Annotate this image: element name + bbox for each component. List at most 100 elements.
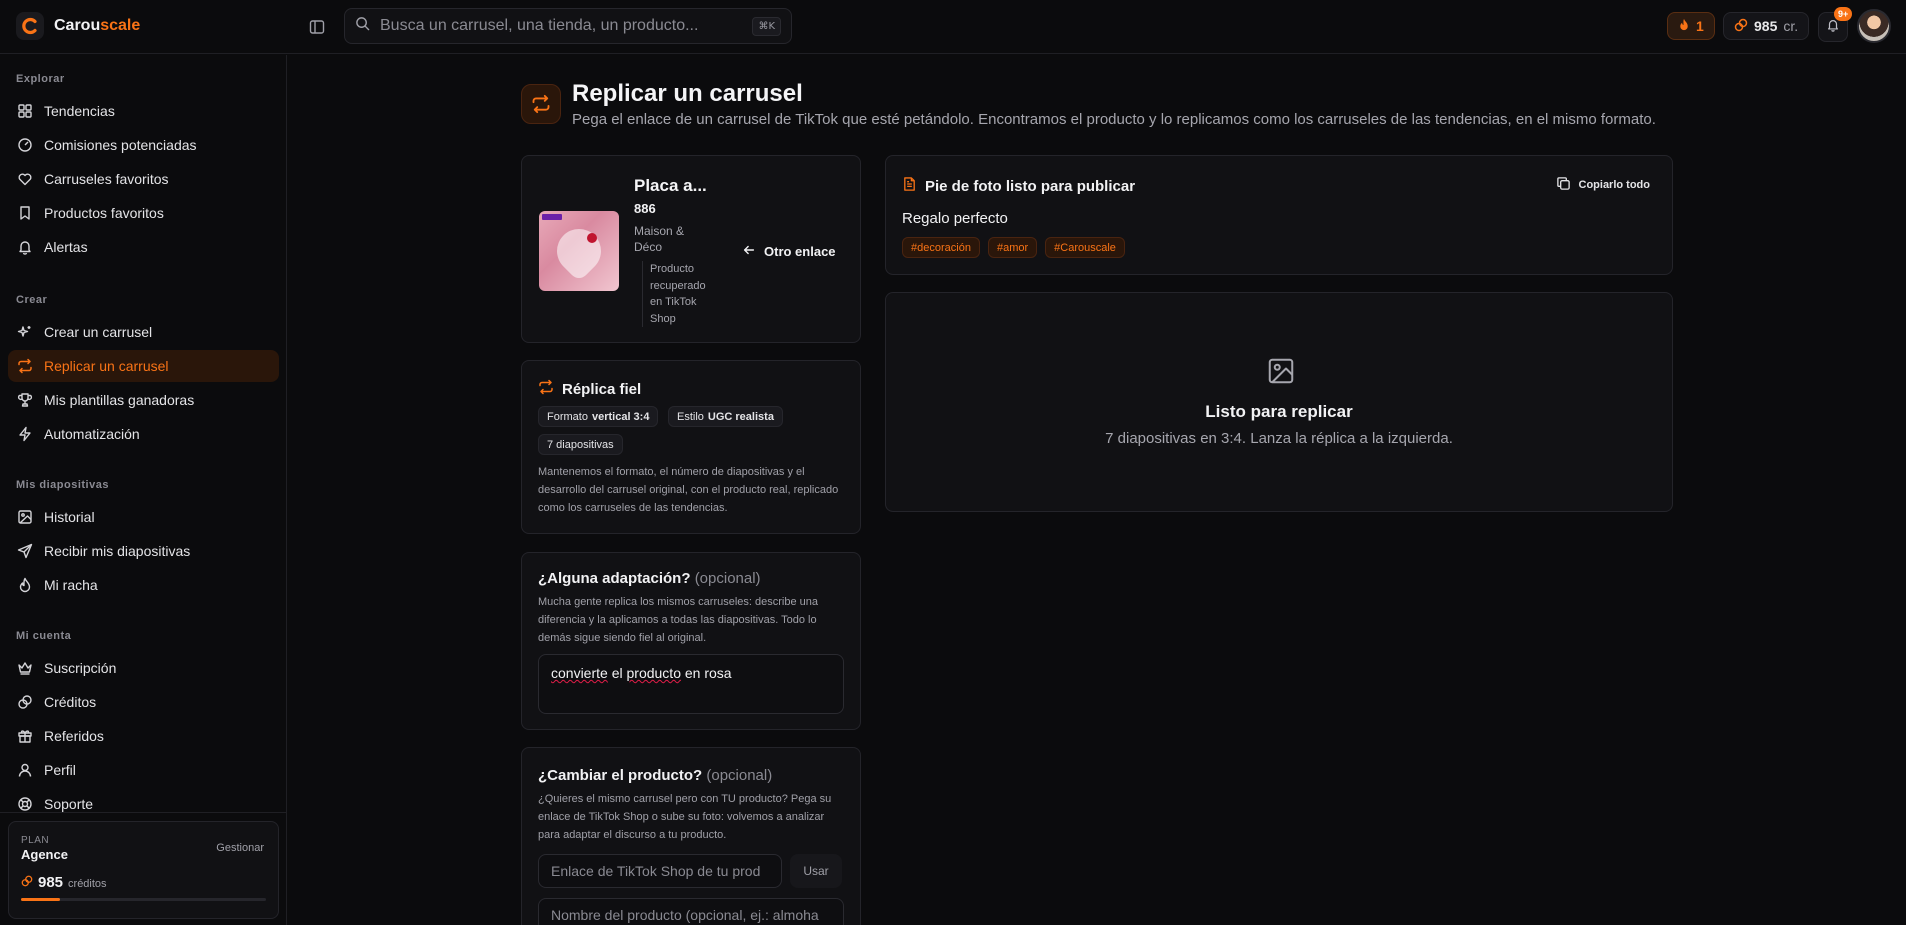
coins-icon bbox=[16, 693, 34, 711]
hashtag-text: Carouscale bbox=[1060, 241, 1116, 254]
repeat-icon bbox=[521, 84, 561, 124]
use-button[interactable]: Usar bbox=[790, 854, 842, 888]
hashtag-chip: # Carouscale bbox=[1045, 237, 1125, 258]
sidebar-item-suscripcion[interactable]: Suscripción bbox=[8, 652, 279, 684]
slides-chip: 7 diapositivas bbox=[538, 434, 623, 455]
style-chip-label: Estilo bbox=[677, 410, 704, 423]
plan-usage-fill bbox=[21, 898, 61, 901]
caption-title-text: Pie de foto listo para publicar bbox=[925, 177, 1136, 195]
sidebar-item-label: Mis plantillas ganadoras bbox=[44, 392, 195, 408]
style-chip-value: UGC realista bbox=[707, 410, 774, 423]
hashtag-chip: # decoración bbox=[902, 237, 980, 258]
adaptation-text-part: el bbox=[607, 665, 627, 681]
plan-credits: 985 créditos bbox=[21, 874, 107, 892]
sidebar-item-productos-favoritos[interactable]: Productos favoritos bbox=[8, 197, 279, 229]
section-label-explorar: Explorar bbox=[16, 73, 65, 85]
search-box: ⌘K bbox=[344, 8, 792, 44]
change-product-card: ¿Cambiar el producto? (opcional) ¿Quiere… bbox=[521, 747, 861, 925]
file-text-icon bbox=[902, 176, 917, 196]
sidebar-item-alertas[interactable]: Alertas bbox=[8, 231, 279, 263]
change-product-optional: (opcional) bbox=[706, 767, 773, 784]
app-root: Carouscale ⌘K 1 985 cr. bbox=[0, 0, 1906, 925]
sidebar-item-plantillas[interactable]: Mis plantillas ganadoras bbox=[8, 384, 279, 416]
copy-icon bbox=[1556, 176, 1571, 194]
other-link-label: Otro enlace bbox=[764, 244, 836, 259]
adaptation-text-part: convierte bbox=[551, 665, 608, 681]
other-link-button[interactable]: Otro enlace bbox=[742, 243, 836, 260]
sidebar-toggle-icon[interactable] bbox=[306, 16, 328, 38]
sidebar-item-tendencias[interactable]: Tendencias bbox=[8, 95, 279, 127]
hashtag-chip: # amor bbox=[987, 237, 1038, 258]
tiktok-link-input[interactable]: Enlace de TikTok Shop de tu prod bbox=[538, 854, 782, 888]
search-icon bbox=[355, 16, 370, 36]
adaptation-title: ¿Alguna adaptación? (opcional) bbox=[538, 570, 761, 587]
hashtag-list: # decoración # amor # Carouscale bbox=[902, 237, 1125, 258]
sidebar-item-creditos[interactable]: Créditos bbox=[8, 686, 279, 718]
sidebar-item-perfil[interactable]: Perfil bbox=[8, 754, 279, 786]
ready-card: Listo para replicar 7 diapositivas en 3:… bbox=[885, 292, 1673, 512]
adaptation-card: ¿Alguna adaptación? (opcional) Mucha gen… bbox=[521, 552, 861, 730]
sidebar-item-comisiones[interactable]: Comisiones potenciadas bbox=[8, 129, 279, 161]
plan-usage-bar bbox=[21, 898, 266, 901]
adaptation-optional: (opcional) bbox=[694, 570, 761, 587]
sidebar-item-label: Tendencias bbox=[44, 103, 115, 119]
streak-count: 1 bbox=[1696, 18, 1704, 34]
format-chip: Formato vertical 3:4 bbox=[538, 406, 659, 427]
plan-credits-unit: créditos bbox=[68, 878, 107, 890]
adaptation-textarea[interactable]: convierte el producto en rosa bbox=[538, 654, 844, 714]
caption-text: Regalo perfecto bbox=[902, 210, 1008, 227]
product-name-input[interactable]: Nombre del producto (opcional, ej.: almo… bbox=[538, 898, 844, 925]
credits-button[interactable]: 985 cr. bbox=[1723, 12, 1810, 40]
page-subtitle: Pega el enlace de un carrusel de TikTok … bbox=[572, 111, 1656, 128]
product-image-heart bbox=[547, 219, 611, 283]
product-source: Producto recuperado en TikTok Shop bbox=[642, 261, 712, 327]
section-label-mis-diapositivas: Mis diapositivas bbox=[16, 479, 109, 491]
change-product-title: ¿Cambiar el producto? (opcional) bbox=[538, 767, 772, 784]
sidebar-item-crear-carrusel[interactable]: Crear un carrusel bbox=[8, 316, 279, 348]
flame-icon bbox=[1678, 18, 1690, 34]
sidebar-item-label: Perfil bbox=[44, 762, 76, 778]
copy-all-label: Copiarlo todo bbox=[1578, 179, 1651, 191]
sidebar-item-label: Historial bbox=[44, 509, 95, 525]
user-icon bbox=[16, 761, 34, 779]
sidebar-item-label: Recibir mis diapositivas bbox=[44, 543, 191, 559]
section-label-mi-cuenta: Mi cuenta bbox=[16, 630, 72, 642]
streak-button[interactable]: 1 bbox=[1667, 12, 1715, 40]
format-chip-label: Formato bbox=[547, 410, 588, 423]
ready-subtitle: 7 diapositivas en 3:4. Lanza la réplica … bbox=[1105, 430, 1453, 447]
brand-logo[interactable]: Carouscale bbox=[16, 12, 140, 40]
sidebar-item-mi-racha[interactable]: Mi racha bbox=[8, 569, 279, 601]
copy-all-button[interactable]: Copiarlo todo bbox=[1556, 176, 1651, 194]
sidebar-item-historial[interactable]: Historial bbox=[8, 501, 279, 533]
notifications-badge: 9+ bbox=[1834, 7, 1853, 21]
sidebar-item-replicar-carrusel[interactable]: Replicar un carrusel bbox=[8, 350, 279, 382]
plan-label: PLAN bbox=[21, 835, 50, 846]
trophy-icon bbox=[16, 391, 34, 409]
sidebar-item-recibir[interactable]: Recibir mis diapositivas bbox=[8, 535, 279, 567]
bell-icon bbox=[16, 238, 34, 256]
sidebar-item-label: Productos favoritos bbox=[44, 205, 164, 221]
hashtag-text: amor bbox=[1003, 241, 1029, 254]
sidebar-item-carruseles-favoritos[interactable]: Carruseles favoritos bbox=[8, 163, 279, 195]
logo-icon bbox=[16, 12, 44, 40]
ready-title: Listo para replicar bbox=[1205, 402, 1353, 421]
avatar[interactable] bbox=[1857, 9, 1891, 43]
hashtag-text: decoración bbox=[917, 241, 971, 254]
coins-icon bbox=[1734, 18, 1748, 35]
adaptation-title-text: ¿Alguna adaptación? bbox=[538, 570, 691, 587]
sidebar-item-automatizacion[interactable]: Automatización bbox=[8, 418, 279, 450]
manage-plan-link[interactable]: Gestionar bbox=[216, 842, 264, 854]
credits-count: 985 bbox=[1754, 18, 1778, 34]
product-image[interactable] bbox=[539, 211, 619, 291]
format-chip-value: vertical 3:4 bbox=[591, 410, 650, 423]
sidebar-item-soporte[interactable]: Soporte bbox=[8, 788, 279, 820]
sparkles-icon bbox=[16, 323, 34, 341]
plan-divider bbox=[0, 812, 287, 813]
adaptation-text-part: en rosa bbox=[680, 665, 732, 681]
sidebar-item-referidos[interactable]: Referidos bbox=[8, 720, 279, 752]
zap-icon bbox=[16, 425, 34, 443]
caption-title: Pie de foto listo para publicar bbox=[902, 176, 1135, 196]
sidebar-item-label: Carruseles favoritos bbox=[44, 171, 169, 187]
plan-credits-count: 985 bbox=[38, 874, 64, 891]
search-input[interactable] bbox=[380, 17, 743, 35]
